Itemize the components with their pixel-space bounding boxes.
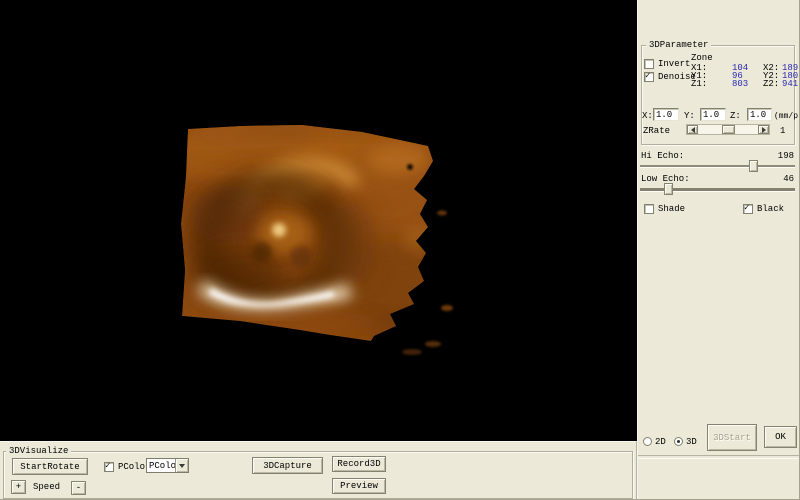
3d-viewport[interactable]	[0, 0, 637, 441]
pcolor-checkbox[interactable]	[104, 462, 114, 472]
scale-unit-label: (mm/p)	[774, 112, 800, 122]
x-scale-input[interactable]	[653, 108, 679, 121]
black-checkbox[interactable]	[743, 204, 753, 214]
low-echo-value: 46	[764, 174, 794, 184]
shade-label: Shade	[658, 204, 685, 214]
ultrasound-image	[0, 0, 637, 441]
x-scale-label: X:	[642, 111, 653, 121]
y-scale-label: Y:	[684, 111, 695, 121]
pcolor-dropdown-button[interactable]	[175, 459, 188, 472]
mode-2d-radio[interactable]	[643, 437, 652, 446]
invert-label: Invert	[658, 59, 690, 69]
low-echo-slider-thumb[interactable]	[664, 183, 673, 195]
mode-3d-label: 3D	[686, 437, 697, 447]
capture-3d-button[interactable]: 3DCapture	[252, 457, 323, 474]
shade-checkbox[interactable]	[644, 204, 654, 214]
scroll-right-icon	[762, 127, 766, 133]
denoise-checkbox[interactable]	[644, 72, 654, 82]
zrate-scroll-left-button[interactable]	[687, 125, 698, 134]
zone-z1-value: 803	[732, 79, 748, 89]
zrate-scroll-right-button[interactable]	[758, 125, 769, 134]
ok-button[interactable]: OK	[764, 426, 797, 448]
zrate-scroll-thumb[interactable]	[722, 125, 735, 134]
zone-z2-value: 941	[782, 79, 798, 89]
record-3d-button[interactable]: Record3D	[332, 456, 386, 472]
mode-2d-label: 2D	[655, 437, 666, 447]
parameter-group-title: 3DParameter	[646, 40, 711, 50]
mode-3d-radio[interactable]	[674, 437, 683, 446]
start-rotate-button[interactable]: StartRotate	[12, 458, 88, 475]
z-scale-label: Z:	[730, 111, 741, 121]
hi-echo-value: 198	[764, 151, 794, 161]
zone-z1-label: Z1:	[691, 79, 707, 89]
zrate-scrollbar[interactable]	[686, 124, 770, 135]
y-scale-input[interactable]	[700, 108, 726, 121]
visualize-group-title: 3DVisualize	[6, 446, 71, 456]
zrate-value: 1	[780, 126, 785, 136]
zone-label: Zone	[691, 53, 713, 63]
speed-minus-button[interactable]: -	[71, 481, 86, 495]
z-scale-input[interactable]	[747, 108, 772, 121]
zrate-label: ZRate	[643, 126, 670, 136]
start-3d-button[interactable]: 3DStart	[707, 424, 757, 451]
app-window: 3DParameter Invert Denoise Zone X1: 104 …	[0, 0, 800, 500]
black-label: Black	[757, 204, 784, 214]
hi-echo-label: Hi Echo:	[641, 151, 684, 161]
speed-label: Speed	[33, 482, 60, 492]
zone-z2-label: Z2:	[763, 79, 779, 89]
preview-button[interactable]: Preview	[332, 478, 386, 494]
speed-plus-button[interactable]: +	[11, 480, 26, 494]
pcolor-dropdown[interactable]: PColor	[146, 458, 189, 473]
scroll-left-icon	[691, 127, 695, 133]
hi-echo-slider-thumb[interactable]	[749, 160, 758, 172]
chevron-down-icon	[179, 464, 185, 468]
panel-separator	[638, 455, 800, 459]
pcolor-dropdown-value: PColor	[147, 461, 175, 471]
invert-checkbox[interactable]	[644, 59, 654, 69]
parameter-panel: 3DParameter Invert Denoise Zone X1: 104 …	[637, 0, 800, 500]
hi-echo-slider-track[interactable]	[640, 165, 795, 167]
visualize-panel: 3DVisualize StartRotate + Speed - PColor…	[0, 441, 637, 500]
